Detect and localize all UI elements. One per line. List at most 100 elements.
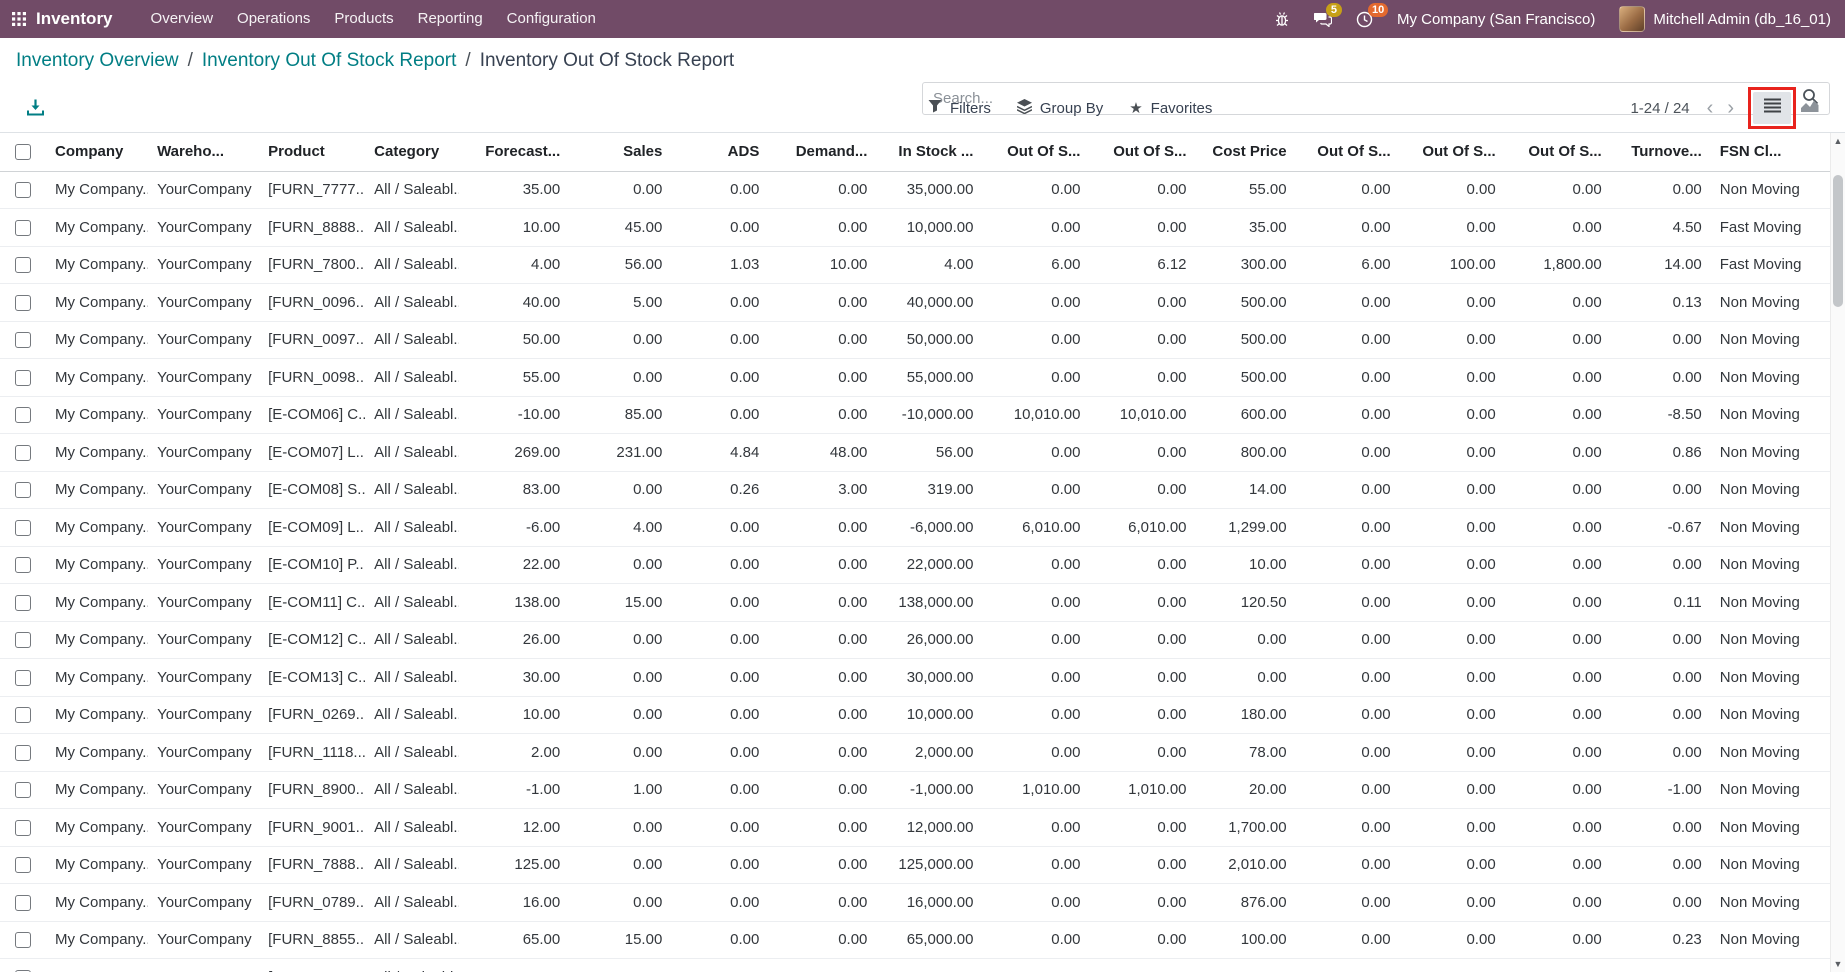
cell-out-of-stock-3[interactable]: 0.00 bbox=[1296, 396, 1400, 434]
cell-product[interactable]: [E-COM08] S... bbox=[259, 471, 365, 509]
cell-category[interactable]: All / Saleabl... bbox=[365, 659, 459, 697]
cell-out-of-stock-2[interactable]: 0.00 bbox=[1089, 434, 1195, 472]
cell-warehouse[interactable]: YourCompany bbox=[148, 809, 259, 847]
cell-company[interactable]: My Company... bbox=[46, 171, 148, 209]
cell-company[interactable]: My Company... bbox=[46, 846, 148, 884]
cell-forecasted-qty[interactable]: 10.00 bbox=[459, 209, 569, 247]
cell-company[interactable]: My Company... bbox=[46, 209, 148, 247]
cell-fsn-classification[interactable]: Non Moving bbox=[1711, 471, 1830, 509]
cell-out-of-stock-3[interactable]: 0.00 bbox=[1296, 771, 1400, 809]
cell-cost-price[interactable]: 300.00 bbox=[1196, 246, 1296, 284]
cell-in-stock-value[interactable]: 55,000.00 bbox=[876, 359, 982, 397]
cell-category[interactable]: All / Saleabl... bbox=[365, 359, 459, 397]
cell-ads[interactable]: 4.84 bbox=[671, 434, 768, 472]
cell-in-stock-value[interactable]: 138,000.00 bbox=[876, 584, 982, 622]
cell-fsn-classification[interactable]: Non Moving bbox=[1711, 509, 1830, 547]
scroll-down-arrow[interactable]: ▼ bbox=[1831, 959, 1845, 969]
cell-out-of-stock-3[interactable]: 0.00 bbox=[1296, 734, 1400, 772]
cell-out-of-stock-2[interactable]: 6.12 bbox=[1089, 246, 1195, 284]
cell-turnover-ratio[interactable]: 0.00 bbox=[1611, 846, 1711, 884]
cell-company[interactable]: My Company... bbox=[46, 246, 148, 284]
cell-out-of-stock-2[interactable]: 0.00 bbox=[1089, 884, 1195, 922]
cell-out-of-stock-3[interactable]: 0.00 bbox=[1296, 621, 1400, 659]
cell-out-of-stock-5[interactable]: 0.00 bbox=[1505, 209, 1611, 247]
cell-product[interactable]: [FURN_... bbox=[259, 959, 365, 972]
cell-in-stock-value[interactable]: 50,000.00 bbox=[876, 321, 982, 359]
cell-out-of-stock-2[interactable]: 0.00 bbox=[1089, 621, 1195, 659]
cell-ads[interactable]: 0.00 bbox=[671, 771, 768, 809]
cell-out-of-stock-1[interactable]: 0.00 bbox=[982, 284, 1089, 322]
cell-forecasted-qty[interactable]: 40.00 bbox=[459, 284, 569, 322]
cell-warehouse[interactable]: YourCompany bbox=[148, 846, 259, 884]
cell-out-of-stock-5[interactable]: 0.00 bbox=[1505, 621, 1611, 659]
cell-turnover-ratio[interactable]: 0.11 bbox=[1611, 584, 1711, 622]
list-view-button[interactable] bbox=[1753, 92, 1791, 124]
cell-product[interactable]: [FURN_8855... bbox=[259, 921, 365, 959]
table-row[interactable]: My Company...YourCompany[FURN_0098...All… bbox=[0, 359, 1830, 397]
cell-sales[interactable]: 4.00 bbox=[569, 509, 671, 547]
cell-category[interactable]: All / Saleabl... bbox=[365, 734, 459, 772]
cell-cost-price[interactable]: 120.50 bbox=[1196, 584, 1296, 622]
company-selector[interactable]: My Company (San Francisco) bbox=[1397, 11, 1595, 28]
cell-ads[interactable]: 0.00 bbox=[671, 809, 768, 847]
cell-sales[interactable]: 5.00 bbox=[569, 284, 671, 322]
cell-out-of-stock-3[interactable]: 0.00 bbox=[1296, 471, 1400, 509]
column-header-company[interactable]: Company bbox=[46, 133, 148, 171]
cell-forecasted-qty[interactable]: 4.00 bbox=[459, 246, 569, 284]
cell-out-of-stock-2[interactable]: 6,010.00 bbox=[1089, 509, 1195, 547]
cell-out-of-stock-3[interactable]: 0.00 bbox=[1296, 696, 1400, 734]
cell-demand[interactable]: 0.00 bbox=[768, 171, 876, 209]
cell-out-of-stock-1[interactable]: 10,010.00 bbox=[982, 396, 1089, 434]
cell-ads[interactable]: 0.00 bbox=[671, 884, 768, 922]
cell-forecasted-qty[interactable]: 12.00 bbox=[459, 809, 569, 847]
cell-warehouse[interactable]: YourCompany bbox=[148, 471, 259, 509]
cell-demand[interactable]: 0.00 bbox=[768, 359, 876, 397]
cell-out-of-stock-4[interactable]: 0.00 bbox=[1400, 171, 1505, 209]
cell-out-of-stock-3[interactable]: 0.00 bbox=[1296, 584, 1400, 622]
cell-company[interactable]: My Company... bbox=[46, 809, 148, 847]
cell-out-of-stock-3[interactable]: 0.00 bbox=[1296, 209, 1400, 247]
cell-turnover-ratio[interactable]: 14.00 bbox=[1611, 246, 1711, 284]
cell-out-of-stock-1[interactable] bbox=[982, 959, 1089, 972]
cell-ads[interactable]: 1.03 bbox=[671, 246, 768, 284]
cell-warehouse[interactable]: YourCompany bbox=[148, 621, 259, 659]
cell-fsn-classification[interactable]: Non Moving bbox=[1711, 359, 1830, 397]
table-row[interactable]: My Company...YourCompany[FURN_9001...All… bbox=[0, 809, 1830, 847]
cell-warehouse[interactable]: YourCompany bbox=[148, 509, 259, 547]
cell-warehouse[interactable]: YourCompany bbox=[148, 284, 259, 322]
cell-product[interactable]: [FURN_0097... bbox=[259, 321, 365, 359]
cell-cost-price[interactable]: 78.00 bbox=[1196, 734, 1296, 772]
cell-in-stock-value[interactable]: 26,000.00 bbox=[876, 621, 982, 659]
cell-in-stock-value[interactable]: 10,000.00 bbox=[876, 209, 982, 247]
cell-out-of-stock-1[interactable]: 0.00 bbox=[982, 546, 1089, 584]
cell-turnover-ratio[interactable]: 0.00 bbox=[1611, 359, 1711, 397]
table-row[interactable]: My Company...YourCompany[FURN_7777...All… bbox=[0, 171, 1830, 209]
cell-category[interactable]: All / Saleabl... bbox=[365, 809, 459, 847]
cell-in-stock-value[interactable]: 2,000.00 bbox=[876, 734, 982, 772]
cell-out-of-stock-4[interactable]: 0.00 bbox=[1400, 846, 1505, 884]
cell-forecasted-qty[interactable]: 269.00 bbox=[459, 434, 569, 472]
cell-out-of-stock-3[interactable]: 0.00 bbox=[1296, 359, 1400, 397]
table-row[interactable]: My Company...YourCompany[FURN_8888...All… bbox=[0, 209, 1830, 247]
cell-out-of-stock-3[interactable]: 0.00 bbox=[1296, 659, 1400, 697]
cell-out-of-stock-5[interactable]: 0.00 bbox=[1505, 321, 1611, 359]
row-checkbox[interactable] bbox=[15, 295, 31, 311]
cell-out-of-stock-5[interactable]: 0.00 bbox=[1505, 659, 1611, 697]
row-checkbox[interactable] bbox=[15, 782, 31, 798]
cell-category[interactable]: All / Saleabl... bbox=[365, 321, 459, 359]
cell-company[interactable]: My Company... bbox=[46, 921, 148, 959]
cell-in-stock-value[interactable]: 40,000.00 bbox=[876, 284, 982, 322]
cell-out-of-stock-1[interactable]: 0.00 bbox=[982, 734, 1089, 772]
cell-out-of-stock-1[interactable]: 0.00 bbox=[982, 209, 1089, 247]
table-row[interactable]: My Company...YourCompany[FURN_0789...All… bbox=[0, 884, 1830, 922]
cell-forecasted-qty[interactable]: 2.00 bbox=[459, 734, 569, 772]
row-checkbox[interactable] bbox=[15, 370, 31, 386]
cell-forecasted-qty[interactable]: 83.00 bbox=[459, 471, 569, 509]
cell-out-of-stock-4[interactable]: 0.00 bbox=[1400, 471, 1505, 509]
cell-turnover-ratio[interactable]: 0.00 bbox=[1611, 659, 1711, 697]
cell-turnover-ratio[interactable]: 0.00 bbox=[1611, 734, 1711, 772]
cell-out-of-stock-2[interactable]: 0.00 bbox=[1089, 809, 1195, 847]
cell-sales[interactable]: 0.00 bbox=[569, 321, 671, 359]
cell-company[interactable]: My Company... bbox=[46, 509, 148, 547]
cell-category[interactable]: All / Saleabl... bbox=[365, 696, 459, 734]
